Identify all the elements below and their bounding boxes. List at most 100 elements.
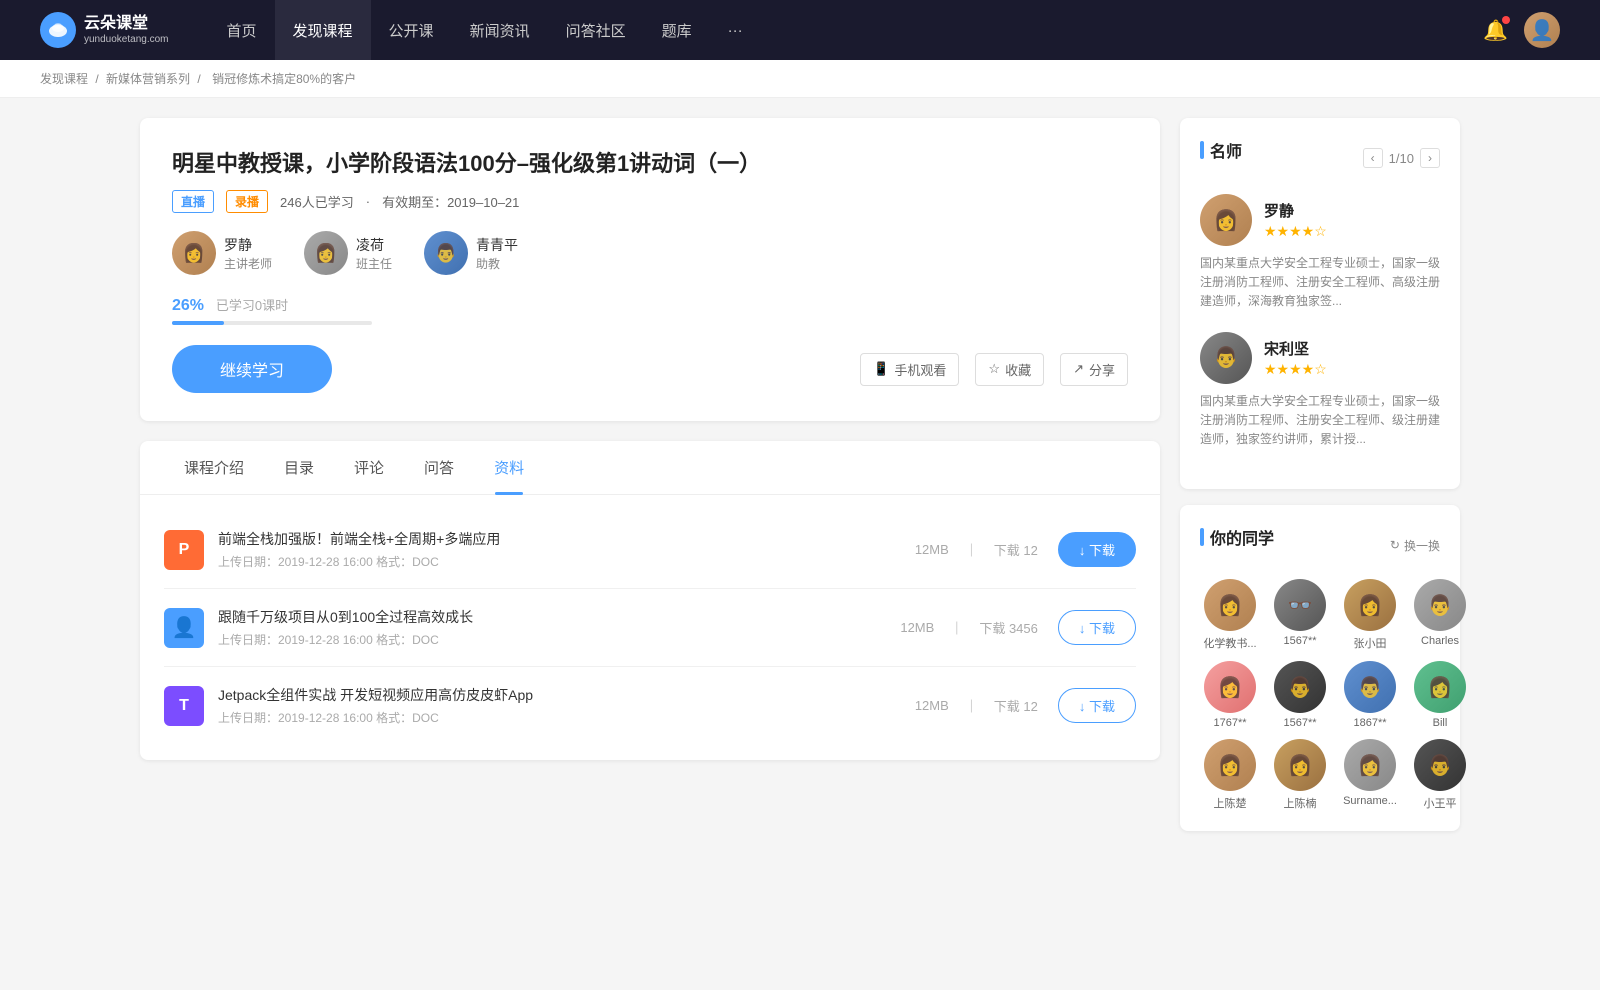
teacher-1-avatar: 👩 — [304, 231, 348, 275]
progress-section: 26% 已学习0课时 — [172, 295, 1128, 325]
course-meta: 直播 录播 246人已学习 · 有效期至：2019–10–21 — [172, 190, 1128, 213]
share-icon: ↗ — [1073, 361, 1084, 377]
tabs-content: P 前端全栈加强版！前端全栈+全周期+多端应用 上传日期：2019-12-28 … — [140, 495, 1160, 760]
resource-0-stats: 12MB ｜ 下载 12 — [915, 540, 1038, 559]
student-7-name: Bill — [1410, 717, 1470, 729]
resource-2-title: Jetpack全组件实战 开发短视频应用高仿皮皮虾App — [218, 685, 915, 705]
teacher-1-role: 班主任 — [356, 255, 392, 272]
bell-icon[interactable]: 🔔 — [1483, 18, 1508, 43]
teacher-card-1: 👨 宋利坚 ★★★★☆ 国内某重点大学安全工程专业硕士，国家一级注册消防工程师、… — [1200, 332, 1440, 450]
action-row: 继续学习 📱 手机观看 ☆ 收藏 ↗ 分享 — [172, 345, 1128, 393]
progress-studied: 已学习0课时 — [216, 298, 288, 313]
student-5-avatar[interactable]: 👨 — [1274, 661, 1326, 713]
student-2: 👩 张小田 — [1340, 579, 1400, 651]
breadcrumb-discover[interactable]: 发现课程 — [40, 72, 88, 86]
tab-intro[interactable]: 课程介绍 — [164, 441, 264, 494]
student-5-name: 1567** — [1270, 717, 1330, 729]
teacher-card-1-desc: 国内某重点大学安全工程专业硕士，国家一级注册消防工程师、注册安全工程师、级注册建… — [1200, 392, 1440, 450]
student-9-avatar[interactable]: 👩 — [1274, 739, 1326, 791]
student-6-avatar[interactable]: 👨 — [1344, 661, 1396, 713]
logo-text: 云朵课堂 yunduoketang.com — [84, 14, 169, 45]
student-8: 👩 上陈楚 — [1200, 739, 1260, 811]
student-9-name: 上陈楠 — [1270, 795, 1330, 811]
teacher-card-1-avatar: 👨 — [1200, 332, 1252, 384]
nav-news[interactable]: 新闻资讯 — [452, 0, 548, 60]
sidebar-teachers-header: 名师 ‹ 1/10 › — [1200, 138, 1440, 178]
nav-qa[interactable]: 问答社区 — [548, 0, 644, 60]
resource-1-stats: 12MB ｜ 下载 3456 — [900, 618, 1038, 637]
tabs-header: 课程介绍 目录 评论 问答 资料 — [140, 441, 1160, 495]
teachers-sidebar-card: 名师 ‹ 1/10 › 👩 罗静 ★★★★☆ — [1180, 118, 1460, 489]
resource-2-download[interactable]: ↓ 下载 — [1058, 688, 1136, 723]
students-sidebar-card: 你的同学 ↻ 换一换 👩 化学教书... 👓 1567** 👩 — [1180, 505, 1460, 831]
resource-1-subtitle: 上传日期：2019-12-28 16:00 格式：DOC — [218, 631, 900, 648]
tab-qa[interactable]: 问答 — [404, 441, 474, 494]
student-6-name: 1867** — [1340, 717, 1400, 729]
continue-button[interactable]: 继续学习 — [172, 345, 332, 393]
student-8-name: 上陈楚 — [1200, 795, 1260, 811]
teacher-1-name: 凌荷 — [356, 235, 392, 255]
student-0-name: 化学教书... — [1200, 635, 1260, 651]
student-11: 👨 小王平 — [1410, 739, 1470, 811]
student-0: 👩 化学教书... — [1200, 579, 1260, 651]
resource-0-subtitle: 上传日期：2019-12-28 16:00 格式：DOC — [218, 553, 915, 570]
right-sidebar: 名师 ‹ 1/10 › 👩 罗静 ★★★★☆ — [1180, 118, 1460, 847]
mobile-icon: 📱 — [873, 361, 889, 377]
logo[interactable]: 云朵课堂 yunduoketang.com — [40, 12, 169, 48]
student-1-avatar[interactable]: 👓 — [1274, 579, 1326, 631]
nav-more[interactable]: ··· — [710, 0, 761, 60]
nav-right: 🔔 👤 — [1483, 12, 1560, 48]
student-3-avatar[interactable]: 👨 — [1414, 579, 1466, 631]
student-7-avatar[interactable]: 👩 — [1414, 661, 1466, 713]
nav-home[interactable]: 首页 — [209, 0, 275, 60]
student-11-avatar[interactable]: 👨 — [1414, 739, 1466, 791]
student-4-name: 1767** — [1200, 717, 1260, 729]
user-avatar[interactable]: 👤 — [1524, 12, 1560, 48]
nav-quiz[interactable]: 题库 — [644, 0, 710, 60]
tag-live: 直播 — [172, 190, 214, 213]
resource-1-icon: 👤 — [164, 608, 204, 648]
refresh-icon: ↻ — [1390, 538, 1400, 552]
tab-review[interactable]: 评论 — [334, 441, 404, 494]
nav-public[interactable]: 公开课 — [371, 0, 452, 60]
course-title: 明星中教授课，小学阶段语法100分–强化级第1讲动词（一） — [172, 146, 1128, 178]
breadcrumb-series[interactable]: 新媒体营销系列 — [106, 72, 190, 86]
next-page-button[interactable]: › — [1420, 148, 1440, 168]
teacher-2-avatar: 👨 — [424, 231, 468, 275]
collect-button[interactable]: ☆ 收藏 — [975, 353, 1044, 386]
resource-0-download[interactable]: ↓ 下载 — [1058, 532, 1136, 567]
teacher-0-role: 主讲老师 — [224, 255, 272, 272]
resource-0: P 前端全栈加强版！前端全栈+全周期+多端应用 上传日期：2019-12-28 … — [164, 511, 1136, 589]
resource-1: 👤 跟随千万级项目从0到100全过程高效成长 上传日期：2019-12-28 1… — [164, 589, 1136, 667]
resource-1-download[interactable]: ↓ 下载 — [1058, 610, 1136, 645]
resource-0-title: 前端全栈加强版！前端全栈+全周期+多端应用 — [218, 529, 915, 549]
student-1: 👓 1567** — [1270, 579, 1330, 651]
nav-discover[interactable]: 发现课程 — [275, 0, 371, 60]
tab-resources[interactable]: 资料 — [474, 441, 544, 494]
course-tabs: 课程介绍 目录 评论 问答 资料 P 前端全栈加强版！前端全栈+全周期+多端应用… — [140, 441, 1160, 760]
student-4-avatar[interactable]: 👩 — [1204, 661, 1256, 713]
student-0-avatar[interactable]: 👩 — [1204, 579, 1256, 631]
logo-icon — [40, 12, 76, 48]
main-layout: 明星中教授课，小学阶段语法100分–强化级第1讲动词（一） 直播 录播 246人… — [100, 98, 1500, 867]
resource-0-icon: P — [164, 530, 204, 570]
tag-record: 录播 — [226, 190, 268, 213]
teacher-card-0-name: 罗静 — [1264, 200, 1327, 221]
student-11-name: 小王平 — [1410, 795, 1470, 811]
student-2-avatar[interactable]: 👩 — [1344, 579, 1396, 631]
resource-2-subtitle: 上传日期：2019-12-28 16:00 格式：DOC — [218, 709, 915, 726]
prev-page-button[interactable]: ‹ — [1363, 148, 1383, 168]
tab-catalog[interactable]: 目录 — [264, 441, 334, 494]
navigation: 云朵课堂 yunduoketang.com 首页 发现课程 公开课 新闻资讯 问… — [0, 0, 1600, 60]
mobile-view-button[interactable]: 📱 手机观看 — [860, 353, 959, 386]
refresh-button[interactable]: ↻ 换一换 — [1390, 537, 1440, 554]
student-8-avatar[interactable]: 👩 — [1204, 739, 1256, 791]
students-title: 你的同学 — [1200, 525, 1274, 549]
teacher-1: 👩 凌荷 班主任 — [304, 231, 392, 275]
student-3: 👨 Charles — [1410, 579, 1470, 651]
teacher-2-name: 青青平 — [476, 235, 518, 255]
share-button[interactable]: ↗ 分享 — [1060, 353, 1128, 386]
teachers-list: 👩 罗静 主讲老师 👩 凌荷 班主任 — [172, 231, 1128, 275]
teacher-card-1-stars: ★★★★☆ — [1264, 361, 1327, 378]
student-10-avatar[interactable]: 👩 — [1344, 739, 1396, 791]
